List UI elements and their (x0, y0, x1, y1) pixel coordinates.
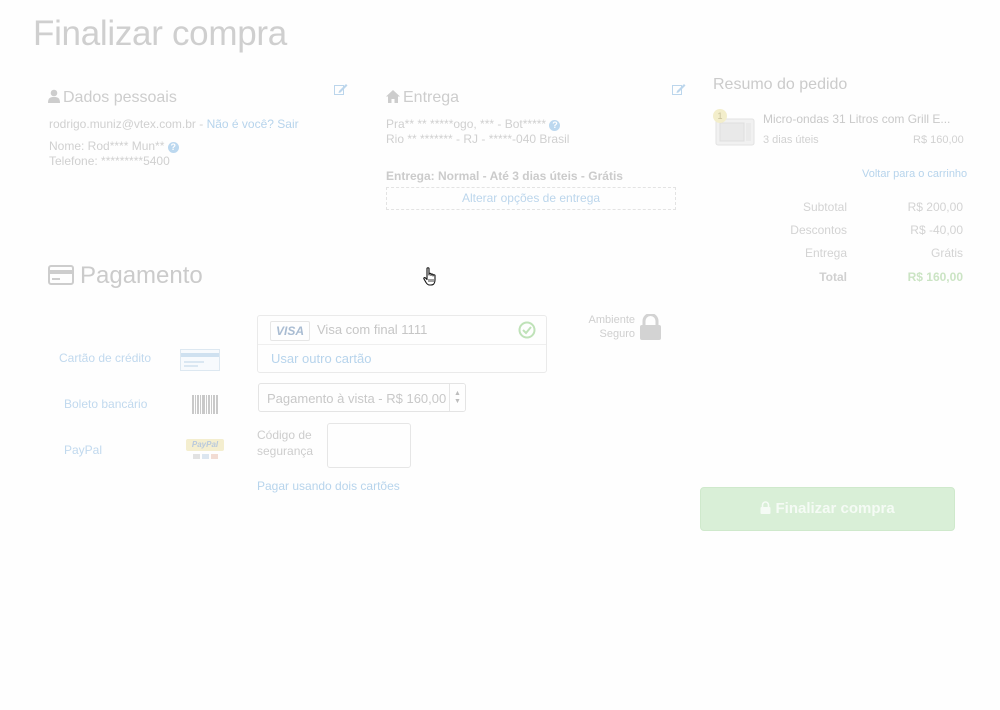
page-title: Finalizar compra (33, 14, 287, 53)
paypal-logo-text: PayPal (186, 439, 224, 451)
two-cards-label: Pagar usando dois cartões (257, 479, 400, 493)
use-other-card-option[interactable]: Usar outro cartão (258, 345, 546, 366)
finish-purchase-button[interactable]: Finalizar compra (700, 487, 955, 531)
not-you-logout-link[interactable]: Não é você? Sair (207, 117, 299, 131)
pay-with-two-cards-link[interactable]: Pagar usando dois cartões (257, 479, 400, 493)
back-to-cart-label: Voltar para o carrinho (862, 168, 968, 180)
barcode-icon (192, 395, 218, 414)
credit-card-heading-icon (48, 265, 74, 285)
select-arrows-icon: ▲ ▼ (449, 384, 465, 411)
personal-data-heading: Dados pessoais (48, 89, 177, 107)
edit-delivery-icon[interactable] (672, 83, 686, 95)
installments-select[interactable]: Pagamento à vista - R$ 160,00 ▲ ▼ (258, 383, 466, 412)
payment-method-paypal[interactable]: PayPal (64, 443, 102, 457)
installments-selected-value: Pagamento à vista - R$ 160,00 (267, 391, 447, 406)
edit-personal-icon[interactable] (334, 83, 348, 95)
hand-cursor-icon (423, 267, 436, 286)
personal-email-line: rodrigo.muniz@vtex.com.br - Não é você? … (49, 117, 299, 131)
credit-card-icon (180, 349, 220, 371)
use-other-card-label: Usar outro cartão (271, 351, 372, 366)
summary-value: R$ -40,00 (910, 223, 963, 237)
lock-icon (640, 314, 661, 340)
personal-data-title: Dados pessoais (63, 89, 177, 106)
paypal-card-logos (186, 454, 224, 459)
address-line-2: Rio ** ******* - RJ - *****-040 Brasil (386, 132, 570, 146)
summary-label: Total (819, 270, 847, 284)
finish-purchase-label: Finalizar compra (775, 500, 895, 517)
order-summary-heading: Resumo do pedido (713, 76, 848, 93)
shipping-info: Entrega: Normal - Até 3 dias úteis - Grá… (386, 169, 623, 183)
address-line-1-text: Pra** ** *****ogo, *** - Bot***** (386, 117, 547, 131)
payment-method-boleto[interactable]: Boleto bancário (64, 397, 147, 411)
address-line-1: Pra** ** *****ogo, *** - Bot***** ? (386, 117, 561, 131)
paypal-icon: PayPal (186, 439, 224, 463)
personal-email: rodrigo.muniz@vtex.com.br (49, 117, 196, 131)
change-delivery-options-button[interactable]: Alterar opções de entrega (386, 187, 676, 210)
payment-method-credit-card[interactable]: Cartão de crédito (59, 351, 151, 365)
personal-phone: Telefone: *********5400 (49, 154, 170, 168)
separator: - (195, 117, 207, 131)
summary-label: Subtotal (802, 200, 847, 214)
help-icon[interactable]: ? (167, 142, 179, 153)
personal-name-line: Nome: Rod**** Mun** ? (49, 139, 179, 153)
saved-card-option[interactable]: VISA Visa com final 1111 (258, 316, 546, 345)
secure-label-line1: Ambiente (588, 314, 635, 326)
summary-total-value: R$ 160,00 (907, 270, 963, 284)
saved-card-box: VISA Visa com final 1111 Usar outro cart… (257, 315, 547, 373)
delivery-heading: Entrega (386, 89, 459, 107)
security-code-input[interactable] (327, 423, 411, 468)
saved-card-label: Visa com final 1111 (317, 322, 428, 337)
help-icon[interactable]: ? (549, 120, 561, 131)
summary-value: Grátis (930, 246, 963, 260)
product-delivery-time: 3 dias úteis (763, 134, 819, 146)
personal-name: Nome: Rod**** Mun** (49, 139, 165, 153)
payment-title: Pagamento (80, 262, 203, 289)
secure-environment-label: Ambiente Seguro (583, 313, 635, 341)
check-circle-icon (518, 321, 536, 339)
security-code-label: Código de segurança (257, 428, 314, 458)
quantity-badge: 1 (713, 109, 727, 123)
secure-label-line2: Seguro (599, 328, 635, 340)
product-name: Micro-ondas 31 Litros com Grill E... (763, 112, 951, 126)
payment-heading: Pagamento (48, 262, 203, 290)
home-icon (386, 90, 400, 103)
product-price: R$ 160,00 (913, 134, 964, 146)
summary-label: Entrega (804, 246, 847, 260)
product-thumbnail: 1 (713, 109, 757, 147)
summary-label: Descontos (790, 223, 847, 237)
lock-small-icon (760, 501, 771, 514)
delivery-title: Entrega (403, 89, 460, 106)
user-icon (48, 89, 60, 103)
visa-logo: VISA (270, 321, 310, 341)
back-to-cart-link[interactable]: Voltar para o carrinho (862, 168, 967, 180)
summary-value: R$ 200,00 (907, 200, 963, 214)
